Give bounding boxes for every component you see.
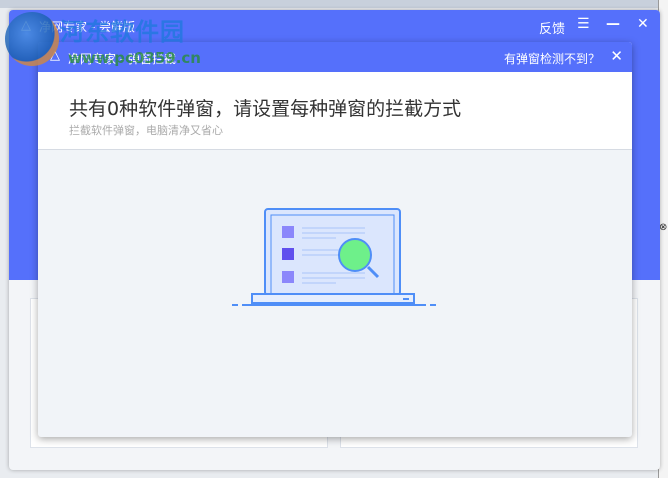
popup-intercept-dialog: △ 净网专家 - 弹窗拦截 有弹窗检测不到？ ✕ 共有0种软件弹窗，请设置每种弹… <box>38 42 632 437</box>
dialog-close-icon[interactable]: ✕ <box>610 47 623 65</box>
main-close-icon[interactable]: ✕ <box>637 16 649 32</box>
page-title: 共有0种软件弹窗，请设置每种弹窗的拦截方式 <box>69 98 462 120</box>
minimize-icon[interactable]: — <box>606 16 620 32</box>
help-link[interactable]: 有弹窗检测不到？ <box>504 50 600 67</box>
menu-icon[interactable]: ☰ <box>577 16 590 32</box>
page-subtitle: 拦截软件弹窗，电脑清净又省心 <box>69 124 223 137</box>
watermark-url: www.pc0359.cn <box>68 49 201 67</box>
side-close-icon[interactable]: ⊗ <box>659 222 667 233</box>
background-window-edge <box>0 0 668 8</box>
watermark-name: 河东软件园 <box>60 18 185 46</box>
feedback-button[interactable]: 反馈 <box>539 18 565 37</box>
dialog-summary: 共有0种软件弹窗，请设置每种弹窗的拦截方式 拦截软件弹窗，电脑清净又省心 <box>38 72 632 150</box>
watermark-logo-icon <box>5 12 59 66</box>
empty-laptop-illustration <box>232 208 436 306</box>
